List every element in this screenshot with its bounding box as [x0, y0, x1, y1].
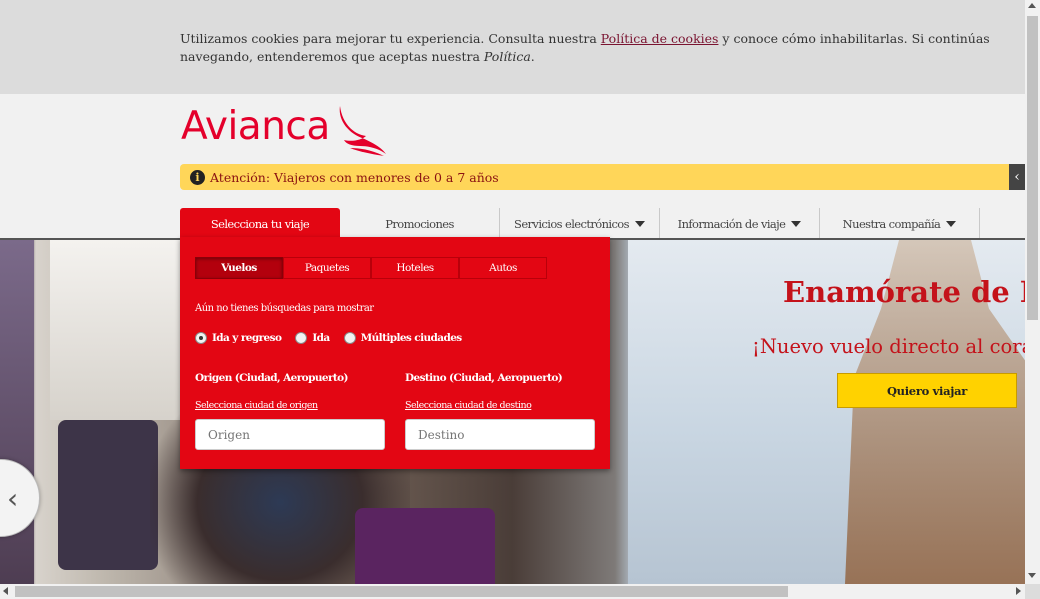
main-nav: Selecciona tu viaje Promociones Servicio… [180, 208, 980, 240]
caret-down-icon [791, 221, 802, 227]
site-header: Avianca i Atención: Viajeros con menores… [0, 94, 1025, 240]
scrollbar-corner [1025, 584, 1040, 599]
caret-down-icon [634, 221, 645, 227]
radio-label: Múltiples ciudades [360, 332, 463, 344]
select-origin-link[interactable]: Selecciona ciudad de origen [195, 400, 318, 411]
destination-input[interactable] [405, 419, 595, 450]
bird-logo-icon [339, 106, 386, 156]
scroll-thumb[interactable] [1027, 16, 1038, 320]
select-destination-link[interactable]: Selecciona ciudad de destino [405, 400, 532, 411]
scroll-up-icon[interactable] [1028, 3, 1036, 8]
chevron-left-icon: ‹ [7, 482, 19, 515]
radio-icon [343, 332, 356, 344]
hero-image-part [58, 420, 158, 570]
radio-multi-city[interactable]: Múltiples ciudades [343, 332, 463, 344]
booking-tabs: Vuelos Paquetes Hoteles Autos [195, 257, 547, 279]
scroll-left-icon[interactable] [3, 587, 8, 595]
trip-type-group: Ida y regreso Ida Múltiples ciudades [195, 332, 476, 344]
booking-panel: Vuelos Paquetes Hoteles Autos Aún no tie… [180, 237, 610, 469]
radio-round-trip[interactable]: Ida y regreso [195, 332, 282, 344]
scroll-right-icon[interactable] [1016, 587, 1021, 595]
cookie-message: Utilizamos cookies para mejorar tu exper… [180, 30, 990, 66]
nav-travel-info-label: Información de viaje [677, 217, 786, 231]
nav-electronic-services[interactable]: Servicios electrónicos [500, 208, 660, 240]
nav-our-company[interactable]: Nuestra compañía [820, 208, 980, 240]
tab-cars[interactable]: Autos [459, 257, 547, 279]
caret-down-icon [946, 221, 957, 227]
alert-bar[interactable]: i Atención: Viajeros con menores de 0 a … [180, 164, 1010, 190]
tab-packages[interactable]: Paquetes [283, 257, 371, 279]
nav-our-company-label: Nuestra compañía [842, 217, 941, 231]
radio-label: Ida y regreso [212, 332, 282, 344]
radio-selected-icon [195, 332, 207, 344]
radio-one-way[interactable]: Ida [295, 332, 330, 344]
logo-text: Avianca [181, 104, 330, 149]
vertical-scrollbar[interactable] [1025, 0, 1040, 584]
nav-promotions[interactable]: Promociones [340, 208, 500, 240]
avianca-logo[interactable]: Avianca [181, 104, 388, 156]
origin-input[interactable] [195, 419, 385, 450]
info-icon: i [190, 169, 205, 185]
scroll-down-icon[interactable] [1028, 573, 1036, 578]
radio-icon [295, 332, 308, 344]
tab-flights[interactable]: Vuelos [195, 257, 283, 279]
destination-label: Destino (Ciudad, Aeropuerto) [405, 372, 563, 384]
radio-label: Ida [312, 332, 330, 344]
cookie-policy-link[interactable]: Política de cookies [601, 31, 719, 46]
horizontal-scrollbar[interactable] [0, 584, 1025, 599]
cookie-text: Utilizamos cookies para mejorar tu exper… [180, 31, 601, 46]
want-to-travel-button[interactable]: Quiero viajar [837, 373, 1017, 408]
scroll-thumb[interactable] [15, 586, 788, 597]
nav-travel-info[interactable]: Información de viaje [660, 208, 820, 240]
hero-title: Enamórate de Mún [783, 275, 1025, 309]
origin-label: Origen (Ciudad, Aeropuerto) [195, 372, 349, 384]
hero-image-part [355, 508, 495, 584]
nav-electronic-services-label: Servicios electrónicos [514, 217, 629, 231]
no-searches-text: Aún no tienes búsquedas para mostrar [195, 303, 374, 314]
cookie-banner: Utilizamos cookies para mejorar tu exper… [0, 0, 1025, 94]
cookie-text-end: . [530, 49, 535, 64]
tab-hotels[interactable]: Hoteles [371, 257, 459, 279]
alert-text: Atención: Viajeros con menores de 0 a 7 … [210, 169, 499, 185]
hero-subtitle: ¡Nuevo vuelo directo al corazón d [752, 335, 1025, 358]
carousel-prev-button[interactable]: ‹ [0, 459, 40, 537]
policy-word: Política [483, 49, 531, 64]
alert-collapse-button[interactable]: ‹ [1009, 164, 1025, 190]
nav-select-trip[interactable]: Selecciona tu viaje [180, 208, 340, 240]
